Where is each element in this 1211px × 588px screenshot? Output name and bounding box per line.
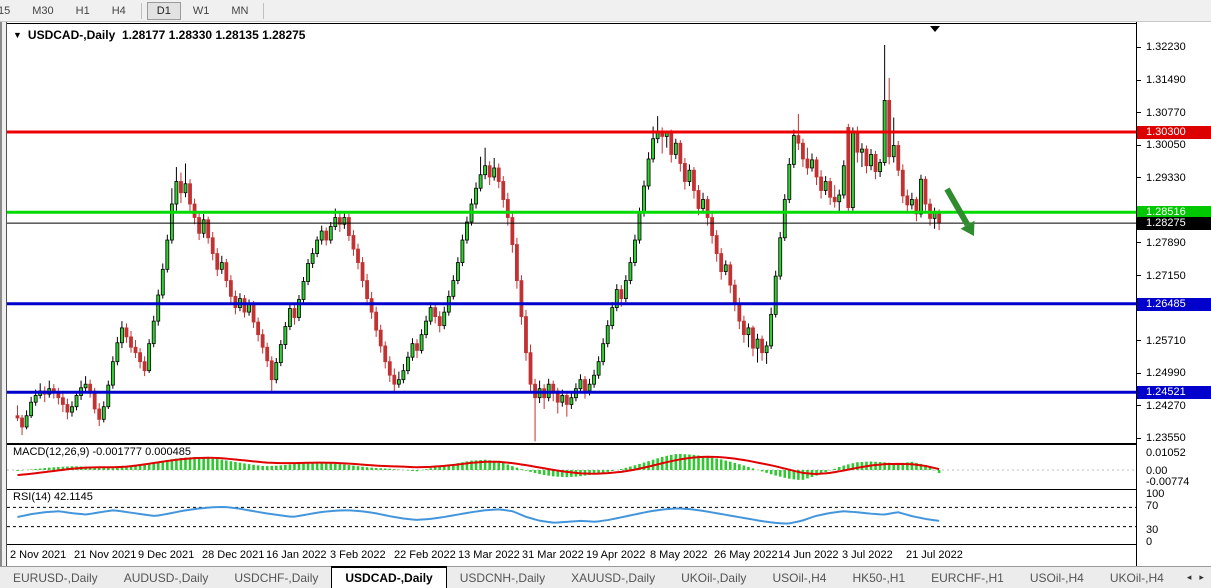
axis-price-label: 1.32230 (1146, 41, 1186, 53)
date-label: 21 Nov 2021 (74, 549, 137, 561)
timeframe-toolbar: 15M30H1H4 D1W1MN (0, 0, 1211, 22)
axis-price-label: 1.31490 (1146, 74, 1186, 87)
date-axis: 2 Nov 2021 21 Nov 2021 9 Dec 2021 28 Dec 20… (7, 545, 1136, 566)
tab-ukoildaily[interactable]: UKOil-,Daily (668, 567, 759, 588)
rsi-axis-label: 70 (1146, 500, 1159, 512)
tab-audusddaily[interactable]: AUDUSD-,Daily (111, 567, 222, 588)
tab-usdcnhdaily[interactable]: USDCNH-,Daily (447, 567, 558, 588)
chart-title: ▼ USDCAD-,Daily 1.28177 1.28330 1.28135 1… (13, 28, 305, 42)
timeframe-button-15[interactable]: 15 (0, 2, 20, 20)
axis-tick (1137, 144, 1141, 146)
tab-usoilh4[interactable]: USOil-,H4 (759, 567, 839, 588)
collapse-triangle-icon[interactable]: ▼ (13, 30, 22, 40)
axis-price-label: 1.24270 (1146, 399, 1186, 412)
rsi-axis-label: 0 (1146, 536, 1153, 548)
price-badge-1.26485: 1.26485 (1137, 297, 1211, 311)
timeframe-button-mn[interactable]: MN (221, 2, 258, 20)
date-label: 31 Mar 2022 (522, 549, 584, 561)
tab-eurusddaily[interactable]: EURUSD-,Daily (0, 567, 111, 588)
tab-usoilh4[interactable]: USOil-,H4 (1017, 567, 1097, 588)
axis-tick (1137, 340, 1141, 342)
axis-price-label: 1.27890 (1146, 236, 1186, 249)
tab-scroll-left-icon[interactable]: ◂ (1187, 572, 1192, 583)
date-label: 16 Jan 2022 (266, 549, 327, 561)
tab-ukoilh4[interactable]: UKOil-,H4 (1097, 567, 1177, 588)
chart-workspace[interactable]: ▼ USDCAD-,Daily 1.28177 1.28330 1.28135 1… (0, 22, 1211, 566)
axis-price-label: 1.24990 (1146, 367, 1186, 380)
window-left-border (0, 22, 7, 566)
axis-tick (1137, 79, 1141, 81)
date-label: 14 Jun 2022 (778, 549, 839, 561)
tab-usdchfdaily[interactable]: USDCHF-,Daily (221, 567, 331, 588)
timeframe-button-h1[interactable]: H1 (66, 2, 100, 20)
rsi-label: RSI(14) 42.1145 (13, 491, 93, 503)
rsi-axis-label: 100 (1146, 488, 1165, 500)
timeframe-button-w1[interactable]: W1 (183, 2, 220, 20)
axis-price-label: 1.23550 (1146, 432, 1186, 444)
axis-price-label: 1.27150 (1146, 269, 1186, 282)
axis-tick (1137, 405, 1141, 407)
date-label: 8 May 2022 (650, 549, 708, 561)
timeframe-button-d1[interactable]: D1 (146, 1, 181, 20)
tab-usdcaddaily[interactable]: USDCAD-,Daily (331, 566, 447, 588)
ohlc-readout: 1.28177 1.28330 1.28135 1.28275 (121, 28, 306, 42)
tab-xauusddaily[interactable]: XAUUSD-,Daily (558, 567, 668, 588)
macd-axis-label: 0.01052 (1146, 447, 1186, 459)
rsi-axis-label: 30 (1146, 524, 1159, 536)
date-label: 21 Jul 2022 (906, 549, 963, 561)
axis-price-label: 1.30770 (1146, 106, 1186, 119)
axis-tick (1137, 242, 1141, 243)
date-label: 26 May 2022 (714, 549, 778, 561)
symbol-name: USDCAD-,Daily (27, 28, 116, 42)
date-label: 9 Dec 2021 (138, 549, 195, 561)
axis-price-label: 1.25710 (1146, 334, 1186, 347)
axis-price-label: 1.30050 (1146, 139, 1186, 152)
date-label: 3 Feb 2022 (330, 549, 386, 561)
axis-price-label: 1.29330 (1146, 171, 1186, 184)
tab-eurchfh1[interactable]: EURCHF-,H1 (918, 567, 1017, 588)
date-label: 22 Feb 2022 (394, 549, 456, 561)
date-label: 2 Nov 2021 (10, 549, 67, 561)
date-label: 13 Mar 2022 (458, 549, 520, 561)
symbol-tabbar: EURUSD-,Daily AUDUSD-,Daily USDCHF-,Daily U… (0, 566, 1211, 588)
axis-tick (1137, 112, 1141, 114)
price-badge-1.24521: 1.24521 (1137, 386, 1211, 400)
rsi-panel-canvas[interactable] (7, 490, 1136, 545)
toolbar-separator (263, 2, 265, 19)
price-axis: 1.32230 1.31490 1.30770 1.30050 1.29330 1.278… (1136, 22, 1211, 566)
tab-hk50h1[interactable]: HK50-,H1 (839, 567, 918, 588)
date-label: 3 Jul 2022 (842, 549, 893, 561)
macd-label: MACD(12,26,9) -0.001777 0.000485 (13, 446, 191, 458)
tab-scroll-controls: ◂ ▸ (1177, 567, 1211, 588)
macd-axis-label: -0.00774 (1146, 476, 1190, 488)
date-label: 19 Apr 2022 (586, 549, 646, 561)
timeframe-button-h4[interactable]: H4 (102, 2, 136, 20)
toolbar-separator (140, 2, 142, 19)
timeframe-button-m30[interactable]: M30 (22, 2, 63, 20)
tab-scroll-right-icon[interactable]: ▸ (1199, 572, 1204, 583)
axis-tick (1137, 437, 1141, 439)
price-badge-1.28275: 1.28275 (1137, 217, 1211, 231)
axis-tick (1137, 372, 1141, 374)
axis-tick (1137, 46, 1141, 48)
price-badge-1.30300: 1.30300 (1137, 125, 1211, 139)
price-chart-canvas[interactable] (7, 23, 1136, 443)
axis-tick (1137, 275, 1141, 277)
date-label: 28 Dec 2021 (202, 549, 265, 561)
axis-tick (1137, 177, 1141, 179)
